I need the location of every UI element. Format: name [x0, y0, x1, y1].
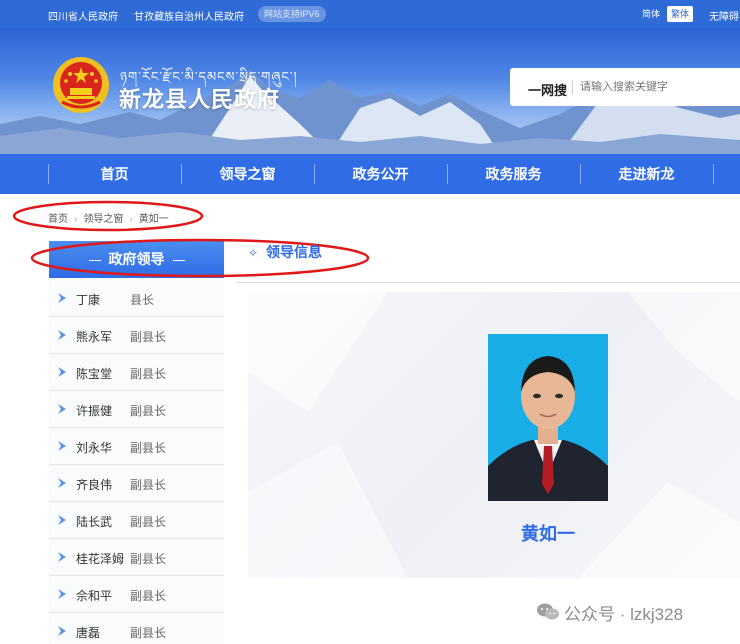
arrow-bullet-icon [58, 478, 66, 488]
link-ganzi-gov[interactable]: 甘孜藏族自治州人民政府 [134, 8, 244, 23]
heading-dash [172, 259, 185, 261]
leader-list-item[interactable]: 熊永军 副县长 [49, 317, 224, 354]
main-nav: 首页 领导之窗 政务公开 政务服务 走进新龙 [0, 154, 740, 194]
national-emblem-icon [53, 57, 109, 113]
leader-list-item[interactable]: 许振健 副县长 [49, 391, 224, 428]
heading-dash [88, 259, 101, 261]
search-input[interactable] [580, 77, 740, 97]
arrow-bullet-icon [58, 626, 66, 636]
leader-list-item[interactable]: 齐良伟 副县长 [49, 465, 224, 502]
leader-title: 副县长 [130, 330, 167, 344]
nav-item-about-xinlong[interactable]: 走进新龙 [580, 154, 713, 194]
arrow-bullet-icon [58, 404, 66, 414]
leader-name: 陆长武 [76, 515, 113, 529]
lang-traditional-toggle[interactable]: 繁体 [667, 6, 694, 22]
breadcrumb-current: 黄如一 [138, 214, 169, 225]
leader-list: 丁康 县长 熊永军 副县长 陈宝堂 副县长 许振健 副县长 刘永华 副县长 齐良… [49, 280, 224, 644]
leader-name: 熊永军 [76, 330, 113, 344]
site-title: 新龙县人民政府 [119, 87, 281, 112]
arrow-bullet-icon [58, 293, 66, 303]
search-scope-label[interactable]: 一网搜 [528, 80, 567, 99]
top-bar: 四川省人民政府 甘孜藏族自治州人民政府 网站支持IPV6 简体 繁体 无障碍 [0, 0, 740, 28]
sidebar-heading-text: 政府领导 [108, 251, 165, 267]
arrow-bullet-icon [58, 552, 66, 562]
leader-title: 副县长 [130, 552, 167, 566]
header-banner: ཉག་རོང་རྫོང་མི་དམངས་སྲིད་གཞུང་། 新龙县人民政府 … [0, 28, 740, 154]
accessibility-link[interactable]: 无障碍 [709, 8, 739, 23]
leader-title: 副县长 [130, 589, 167, 603]
nav-item-public-affairs[interactable]: 政务公开 [314, 154, 447, 194]
ipv6-badge: 网站支持IPV6 [258, 6, 326, 22]
breadcrumb-home[interactable]: 首页 [48, 210, 68, 225]
leader-name: 陈宝堂 [76, 367, 113, 381]
leader-list-item[interactable]: 陈宝堂 副县长 [49, 354, 224, 391]
search-divider [572, 80, 573, 94]
leader-list-item[interactable]: 桂花泽姆 副县长 [49, 539, 224, 576]
section-divider [236, 282, 740, 283]
chevron-right-icon: › [74, 214, 78, 225]
wechat-icon [537, 603, 559, 620]
section-heading-text: 领导信息 [266, 244, 322, 260]
leader-name: 丁康 [76, 293, 101, 307]
arrow-bullet-icon [58, 515, 66, 525]
watermark-text: 公众号 · lzkj328 [564, 605, 684, 624]
leader-title: 县长 [130, 293, 155, 307]
leader-portrait [488, 334, 608, 501]
nav-item-home[interactable]: 首页 [48, 154, 181, 194]
leader-title: 副县长 [130, 441, 167, 455]
leader-title: 副县长 [130, 515, 167, 529]
leader-title: 副县长 [130, 367, 167, 381]
leader-list-item[interactable]: 陆长武 副县长 [49, 502, 224, 539]
nav-divider [713, 164, 714, 184]
diamond-arrow-icon: ✧ [248, 246, 259, 260]
nav-item-leaders[interactable]: 领导之窗 [181, 154, 314, 194]
link-sichuan-gov[interactable]: 四川省人民政府 [48, 8, 118, 23]
leader-name-caption: 黄如一 [521, 524, 575, 544]
breadcrumb-leaders[interactable]: 领导之窗 [83, 210, 123, 225]
section-heading: ✧ 领导信息 [248, 242, 322, 262]
portrait-image [488, 334, 608, 501]
leader-title: 副县长 [130, 626, 167, 640]
leader-list-item[interactable]: 唐磊 副县长 [49, 613, 224, 644]
leader-name: 佘和平 [76, 589, 113, 603]
leader-list-item[interactable]: 丁康 县长 [49, 280, 224, 317]
lang-simplified-toggle[interactable]: 简体 [638, 6, 664, 22]
nav-item-services[interactable]: 政务服务 [447, 154, 580, 194]
leader-name: 刘永华 [76, 441, 113, 455]
leader-name: 齐良伟 [76, 478, 113, 492]
arrow-bullet-icon [58, 367, 66, 377]
leader-list-item[interactable]: 刘永华 副县长 [49, 428, 224, 465]
leader-title: 副县长 [130, 404, 167, 418]
leader-list-item[interactable]: 佘和平 副县长 [49, 576, 224, 613]
leader-name: 桂花泽姆 [76, 552, 125, 566]
search-box: 一网搜 [510, 68, 740, 106]
arrow-bullet-icon [58, 589, 66, 599]
arrow-bullet-icon [58, 330, 66, 340]
chevron-right-icon: › [129, 214, 133, 225]
arrow-bullet-icon [58, 441, 66, 451]
leader-name: 许振健 [76, 404, 113, 418]
leader-name: 唐磊 [76, 626, 101, 640]
leader-title: 副县长 [130, 478, 167, 492]
breadcrumb: 首页 › 领导之窗 › 黄如一 [48, 210, 169, 225]
sidebar-heading: 政府领导 [49, 241, 224, 278]
